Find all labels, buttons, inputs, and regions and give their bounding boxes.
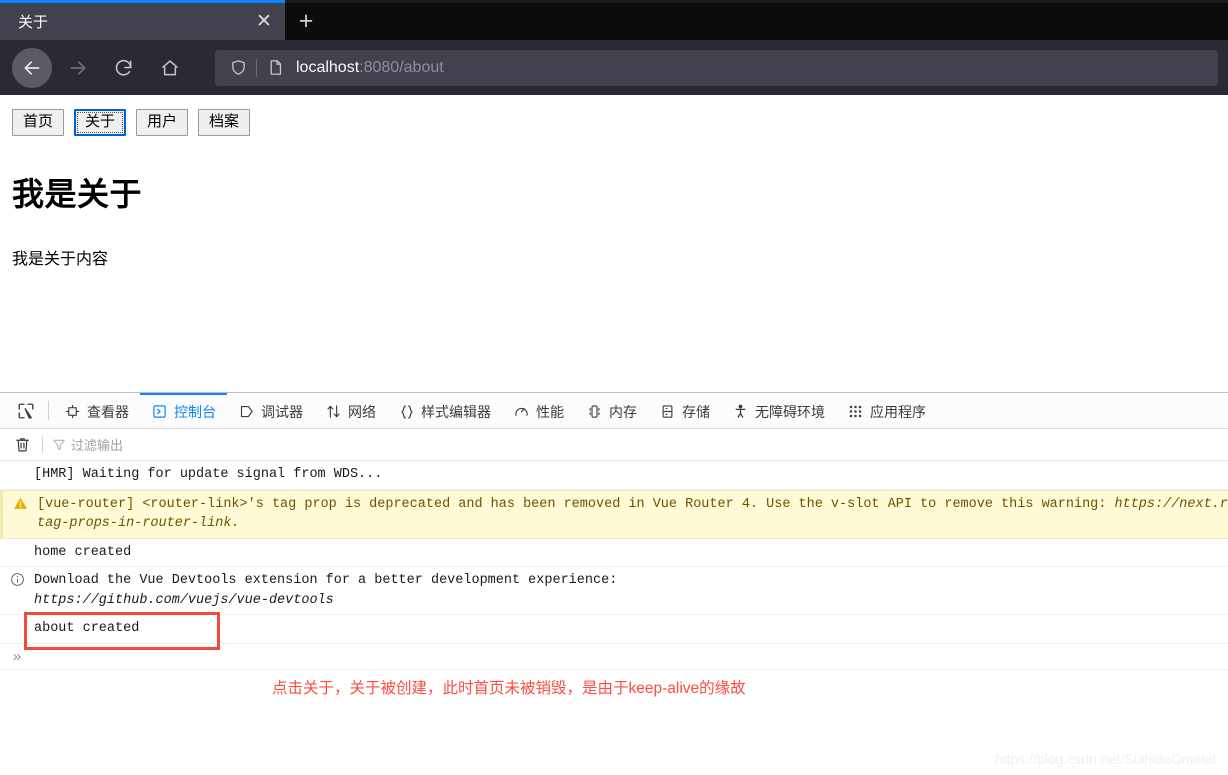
console-row-info[interactable]: Download the Vue Devtools extension for … xyxy=(0,567,1228,616)
element-picker-button[interactable] xyxy=(8,393,44,428)
console-row-hmr[interactable]: [HMR] Waiting for update signal from WDS… xyxy=(0,461,1228,490)
back-button[interactable] xyxy=(12,47,52,88)
browser-tab[interactable]: 关于 ✕ xyxy=(0,3,285,40)
warning-text-line2: tag-props-in-router-link. xyxy=(37,516,240,532)
tab-label: 样式编辑器 xyxy=(421,403,491,420)
tab-performance[interactable]: 性能 xyxy=(502,393,575,428)
reload-icon xyxy=(115,59,132,76)
url-path: :8080/about xyxy=(359,58,444,76)
back-arrow-icon xyxy=(24,60,40,75)
console-message: [HMR] Waiting for update signal from WDS… xyxy=(34,467,383,482)
info-text: Download the Vue Devtools extension for … xyxy=(34,573,618,589)
tab-debugger[interactable]: 调试器 xyxy=(227,393,314,428)
tab-label: 调试器 xyxy=(261,403,303,420)
tab-title: 关于 xyxy=(18,14,49,31)
navigation-toolbar: localhost:8080/about xyxy=(0,40,1228,95)
tab-label: 无障碍环境 xyxy=(755,403,825,420)
style-editor-icon xyxy=(398,403,415,420)
info-icon xyxy=(0,571,34,587)
nav-button-home[interactable]: 首页 xyxy=(12,109,65,136)
console-row-home-created[interactable]: home created xyxy=(0,539,1228,568)
tab-label: 网络 xyxy=(348,403,376,420)
filter-placeholder: 过滤输出 xyxy=(71,438,124,453)
console-row-about-created[interactable]: about created xyxy=(0,612,1228,651)
url-separator xyxy=(256,58,257,77)
clear-console-button[interactable] xyxy=(10,436,34,453)
forward-arrow-icon xyxy=(70,60,86,75)
shield-icon[interactable] xyxy=(225,59,251,76)
nav-button-about[interactable]: 关于 xyxy=(74,109,127,136)
nav-button-archive[interactable]: 档案 xyxy=(198,109,251,136)
row-gutter xyxy=(0,543,34,544)
console-message: home created xyxy=(34,544,132,560)
router-nav: 首页 关于 用户 档案 xyxy=(0,95,1228,136)
nav-button-user[interactable]: 用户 xyxy=(136,109,189,136)
tab-label: 性能 xyxy=(536,403,564,420)
page-icon[interactable] xyxy=(262,59,288,76)
network-icon xyxy=(325,403,342,420)
devtools-tabbar: 查看器 控制台 调试器 网络 样式编辑器 性能 内存 存储 无障碍环境 应用程序 xyxy=(0,393,1228,429)
tab-console[interactable]: 控制台 xyxy=(140,393,227,428)
url-text: localhost:8080/about xyxy=(296,59,444,77)
home-icon xyxy=(162,59,178,75)
toolbar-divider xyxy=(48,401,49,420)
prompt-chevron-icon: » xyxy=(12,647,22,665)
annotation-text: 点击关于，关于被创建，此时首页未被销毁，是由于keep-alive的缘故 xyxy=(272,680,746,697)
element-picker-icon xyxy=(18,403,34,419)
console-toolbar: 过滤输出 xyxy=(0,429,1228,461)
tab-label: 查看器 xyxy=(87,403,129,420)
console-input-row[interactable]: » xyxy=(0,644,1228,670)
console-message: [vue-router] <router-link>'s tag prop is… xyxy=(37,495,1228,534)
tab-style-editor[interactable]: 样式编辑器 xyxy=(387,393,502,428)
tab-label: 内存 xyxy=(609,403,637,420)
row-gutter xyxy=(0,619,34,620)
tab-label: 控制台 xyxy=(174,403,216,420)
console-row-warning[interactable]: [vue-router] <router-link>'s tag prop is… xyxy=(0,489,1228,539)
new-tab-button[interactable]: + xyxy=(285,3,327,40)
url-bar[interactable]: localhost:8080/about xyxy=(215,49,1218,86)
filter-icon xyxy=(53,439,65,450)
url-host: localhost xyxy=(296,58,360,76)
tab-inspector[interactable]: 查看器 xyxy=(53,393,140,428)
browser-chrome: 关于 ✕ + localhost:8080/about xyxy=(0,0,1228,95)
warning-link[interactable]: https://next.rou xyxy=(1114,497,1228,512)
tab-strip: 关于 ✕ + xyxy=(0,3,1228,40)
tab-storage[interactable]: 存储 xyxy=(648,393,721,428)
home-button[interactable] xyxy=(150,48,190,88)
tab-label: 存储 xyxy=(682,403,710,420)
row-gutter xyxy=(0,465,34,466)
tab-label: 应用程序 xyxy=(870,403,926,420)
close-icon[interactable]: ✕ xyxy=(253,12,275,31)
toolbar-divider xyxy=(42,436,43,453)
application-icon xyxy=(847,403,864,420)
page-body-text: 我是关于内容 xyxy=(12,251,109,268)
warning-icon xyxy=(3,495,37,511)
filter-input[interactable]: 过滤输出 xyxy=(52,435,123,454)
page-viewport: 首页 关于 用户 档案 我是关于 我是关于内容 xyxy=(0,95,1228,392)
tab-application[interactable]: 应用程序 xyxy=(836,393,937,428)
performance-icon xyxy=(513,403,530,420)
console-message: about created xyxy=(34,621,140,637)
watermark: https://blog.csdn.net/SuihideOmelet xyxy=(994,751,1216,767)
devtools-panel: 查看器 控制台 调试器 网络 样式编辑器 性能 内存 存储 无障碍环境 应用程序… xyxy=(0,392,1228,714)
page-title: 我是关于 xyxy=(12,176,143,212)
tab-network[interactable]: 网络 xyxy=(314,393,387,428)
warning-text: [vue-router] <router-link>'s tag prop is… xyxy=(37,496,1115,512)
reload-button[interactable] xyxy=(104,48,144,88)
tab-memory[interactable]: 内存 xyxy=(575,393,648,428)
info-link[interactable]: https://github.com/vuejs/vue-devtools xyxy=(34,593,334,608)
accessibility-icon xyxy=(732,403,749,420)
storage-icon xyxy=(659,403,676,420)
console-icon xyxy=(151,403,168,420)
memory-icon xyxy=(586,403,603,420)
debugger-icon xyxy=(238,403,255,420)
console-message: Download the Vue Devtools extension for … xyxy=(34,571,1228,610)
forward-button[interactable] xyxy=(58,48,98,88)
trash-icon xyxy=(15,438,29,452)
tab-accessibility[interactable]: 无障碍环境 xyxy=(721,393,836,428)
inspector-icon xyxy=(64,403,81,420)
